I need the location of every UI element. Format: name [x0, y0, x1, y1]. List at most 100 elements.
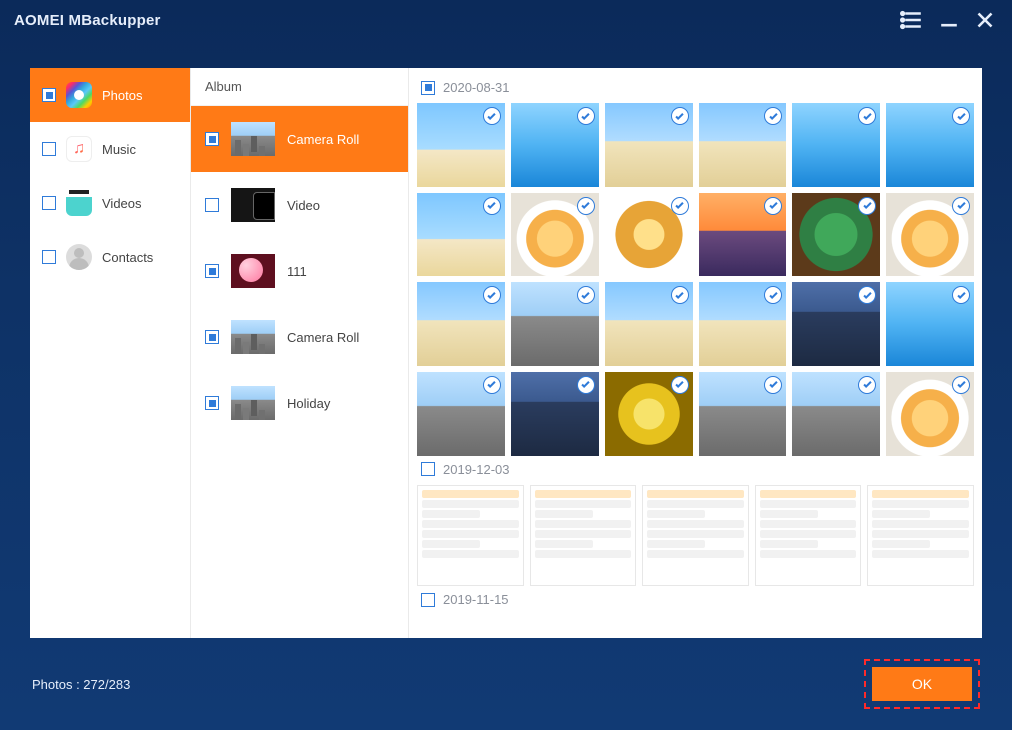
- photo-tile[interactable]: [886, 193, 974, 277]
- album-item[interactable]: Camera Roll: [191, 304, 408, 370]
- photo-tile[interactable]: [867, 485, 974, 587]
- photo-tile[interactable]: [605, 282, 693, 366]
- check-icon[interactable]: [577, 376, 595, 394]
- album-pane: Album Camera Roll Video 111 Camera Roll Holi…: [190, 68, 408, 638]
- photo-tile[interactable]: [417, 372, 505, 456]
- photo-tile[interactable]: [605, 193, 693, 277]
- album-item[interactable]: 111: [191, 238, 408, 304]
- check-icon[interactable]: [671, 107, 689, 125]
- photo-tile[interactable]: [699, 193, 787, 277]
- check-icon[interactable]: [952, 376, 970, 394]
- check-icon[interactable]: [858, 376, 876, 394]
- checkbox[interactable]: [205, 264, 219, 278]
- date-group-header[interactable]: 2019-11-15: [417, 586, 974, 615]
- checkbox[interactable]: [205, 132, 219, 146]
- photo-tile[interactable]: [699, 372, 787, 456]
- checkbox[interactable]: [205, 330, 219, 344]
- check-icon[interactable]: [764, 376, 782, 394]
- photo-grid: [417, 103, 974, 456]
- check-icon[interactable]: [764, 286, 782, 304]
- check-icon[interactable]: [952, 197, 970, 215]
- album-item[interactable]: Holiday: [191, 370, 408, 436]
- check-icon[interactable]: [952, 286, 970, 304]
- photo-tile[interactable]: [605, 103, 693, 187]
- sidebar-item-label: Music: [102, 142, 136, 157]
- photo-tile[interactable]: [699, 103, 787, 187]
- photo-tile[interactable]: [511, 193, 599, 277]
- sidebar-item-label: Contacts: [102, 250, 153, 265]
- date-group-header[interactable]: 2020-08-31: [417, 74, 974, 103]
- checkbox[interactable]: [42, 142, 56, 156]
- ok-button[interactable]: OK: [872, 667, 972, 701]
- check-icon[interactable]: [764, 107, 782, 125]
- check-icon[interactable]: [952, 107, 970, 125]
- photo-tile[interactable]: [699, 282, 787, 366]
- photo-tile[interactable]: [417, 485, 524, 587]
- photo-tile[interactable]: [792, 193, 880, 277]
- checkbox[interactable]: [42, 88, 56, 102]
- sidebar-item-contacts[interactable]: Contacts: [30, 230, 190, 284]
- album-header: Album: [191, 68, 408, 106]
- contacts-icon: [66, 244, 92, 270]
- date-label: 2019-11-15: [443, 592, 509, 607]
- check-icon[interactable]: [671, 197, 689, 215]
- content-pane[interactable]: 2020-08-31 2019-12-03 2019-11-15: [408, 68, 982, 638]
- photo-tile[interactable]: [417, 103, 505, 187]
- check-icon[interactable]: [483, 286, 501, 304]
- photo-tile[interactable]: [605, 372, 693, 456]
- photo-tile[interactable]: [417, 282, 505, 366]
- photo-tile[interactable]: [511, 282, 599, 366]
- album-label: Video: [287, 198, 320, 213]
- minimize-icon[interactable]: [936, 7, 962, 33]
- checkbox[interactable]: [205, 198, 219, 212]
- photo-tile[interactable]: [886, 103, 974, 187]
- check-icon[interactable]: [671, 376, 689, 394]
- close-icon[interactable]: [972, 7, 998, 33]
- music-icon: [66, 136, 92, 162]
- checkbox[interactable]: [42, 250, 56, 264]
- photo-tile[interactable]: [886, 282, 974, 366]
- check-icon[interactable]: [483, 107, 501, 125]
- checkbox[interactable]: [421, 462, 435, 476]
- photo-tile[interactable]: [792, 282, 880, 366]
- sidebar-item-label: Videos: [102, 196, 142, 211]
- check-icon[interactable]: [858, 107, 876, 125]
- date-group-header[interactable]: 2019-12-03: [417, 456, 974, 485]
- photo-tile[interactable]: [792, 372, 880, 456]
- check-icon[interactable]: [858, 286, 876, 304]
- ok-highlight: OK: [864, 659, 980, 709]
- check-icon[interactable]: [577, 286, 595, 304]
- photo-tile[interactable]: [755, 485, 862, 587]
- check-icon[interactable]: [577, 107, 595, 125]
- photo-tile[interactable]: [417, 193, 505, 277]
- sidebar-item-videos[interactable]: Videos: [30, 176, 190, 230]
- album-item[interactable]: Camera Roll: [191, 106, 408, 172]
- sidebar-item-music[interactable]: Music: [30, 122, 190, 176]
- check-icon[interactable]: [764, 197, 782, 215]
- album-item[interactable]: Video: [191, 172, 408, 238]
- check-icon[interactable]: [483, 376, 501, 394]
- album-label: Holiday: [287, 396, 330, 411]
- sidebar-item-label: Photos: [102, 88, 142, 103]
- checkbox[interactable]: [421, 593, 435, 607]
- checkbox[interactable]: [42, 196, 56, 210]
- check-icon[interactable]: [858, 197, 876, 215]
- photo-tile[interactable]: [886, 372, 974, 456]
- photo-tile[interactable]: [642, 485, 749, 587]
- check-icon[interactable]: [577, 197, 595, 215]
- sidebar-item-photos[interactable]: Photos: [30, 68, 190, 122]
- check-icon[interactable]: [483, 197, 501, 215]
- main-panel: Photos Music Videos Contacts Album Camera R…: [30, 68, 982, 638]
- checkbox[interactable]: [205, 396, 219, 410]
- check-icon[interactable]: [671, 286, 689, 304]
- list-view-icon[interactable]: [900, 7, 926, 33]
- photo-tile[interactable]: [530, 485, 637, 587]
- album-label: Camera Roll: [287, 132, 359, 147]
- photo-tile[interactable]: [511, 372, 599, 456]
- album-label: Camera Roll: [287, 330, 359, 345]
- album-thumbnail: [231, 386, 275, 420]
- album-thumbnail: [231, 122, 275, 156]
- checkbox[interactable]: [421, 81, 435, 95]
- photo-tile[interactable]: [792, 103, 880, 187]
- photo-tile[interactable]: [511, 103, 599, 187]
